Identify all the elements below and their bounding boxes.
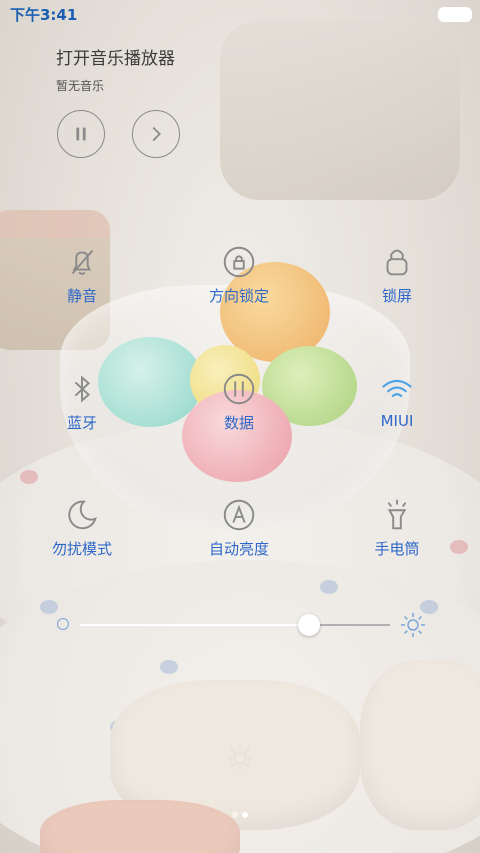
lock-icon xyxy=(386,249,408,276)
auto-brightness-icon xyxy=(223,499,255,531)
wifi-icon xyxy=(382,379,412,398)
toggle-label: 锁屏 xyxy=(381,287,412,305)
page-indicator xyxy=(232,812,252,820)
next-button[interactable] xyxy=(132,110,180,158)
battery-icon xyxy=(438,7,472,22)
toggle-mute[interactable]: 静音 xyxy=(22,243,142,333)
rotation-lock-icon xyxy=(223,246,255,278)
page-dot-active xyxy=(242,812,248,818)
brightness-high-icon xyxy=(401,613,425,637)
data-icon xyxy=(223,373,255,405)
music-player[interactable]: 打开音乐播放器 暂无音乐 xyxy=(56,44,175,94)
toggle-label: 勿扰模式 xyxy=(51,540,112,558)
toggle-lock-screen[interactable]: 锁屏 xyxy=(337,243,457,333)
toggle-label: 自动亮度 xyxy=(208,540,269,558)
toggle-label: MIUI xyxy=(380,412,414,430)
toggle-label: 数据 xyxy=(223,414,254,432)
page-dot xyxy=(232,812,238,818)
toggle-wifi[interactable]: MIUI xyxy=(337,370,457,460)
gear-icon[interactable] xyxy=(224,742,256,774)
toggle-flashlight[interactable]: 手电筒 xyxy=(337,496,457,586)
toggle-label: 手电筒 xyxy=(374,540,420,558)
flashlight-icon xyxy=(387,499,407,530)
toggle-rotation-lock[interactable]: 方向锁定 xyxy=(179,243,299,333)
status-time: 下午3:41 xyxy=(10,6,78,24)
chevron-right-icon xyxy=(152,126,161,142)
toggle-bluetooth[interactable]: 蓝牙 xyxy=(22,370,142,460)
toggle-label: 静音 xyxy=(66,287,97,305)
moon-icon xyxy=(68,500,97,530)
music-title[interactable]: 打开音乐播放器 xyxy=(56,44,175,69)
toggle-auto-brightness[interactable]: 自动亮度 xyxy=(179,496,299,586)
toggle-do-not-disturb[interactable]: 勿扰模式 xyxy=(22,496,142,586)
toggle-data[interactable]: 数据 xyxy=(179,370,299,460)
brightness-low-icon xyxy=(57,618,69,630)
status-bar: 下午3:41 xyxy=(0,0,480,28)
pause-icon xyxy=(76,127,86,141)
pause-button[interactable] xyxy=(57,110,105,158)
mute-bell-icon xyxy=(71,249,94,275)
music-subtitle: 暂无音乐 xyxy=(56,79,105,93)
brightness-slider-fill xyxy=(80,624,310,626)
toggle-label: 方向锁定 xyxy=(208,287,269,305)
brightness-slider[interactable] xyxy=(80,614,390,636)
bluetooth-icon xyxy=(74,375,91,403)
toggle-label: 蓝牙 xyxy=(66,414,97,432)
